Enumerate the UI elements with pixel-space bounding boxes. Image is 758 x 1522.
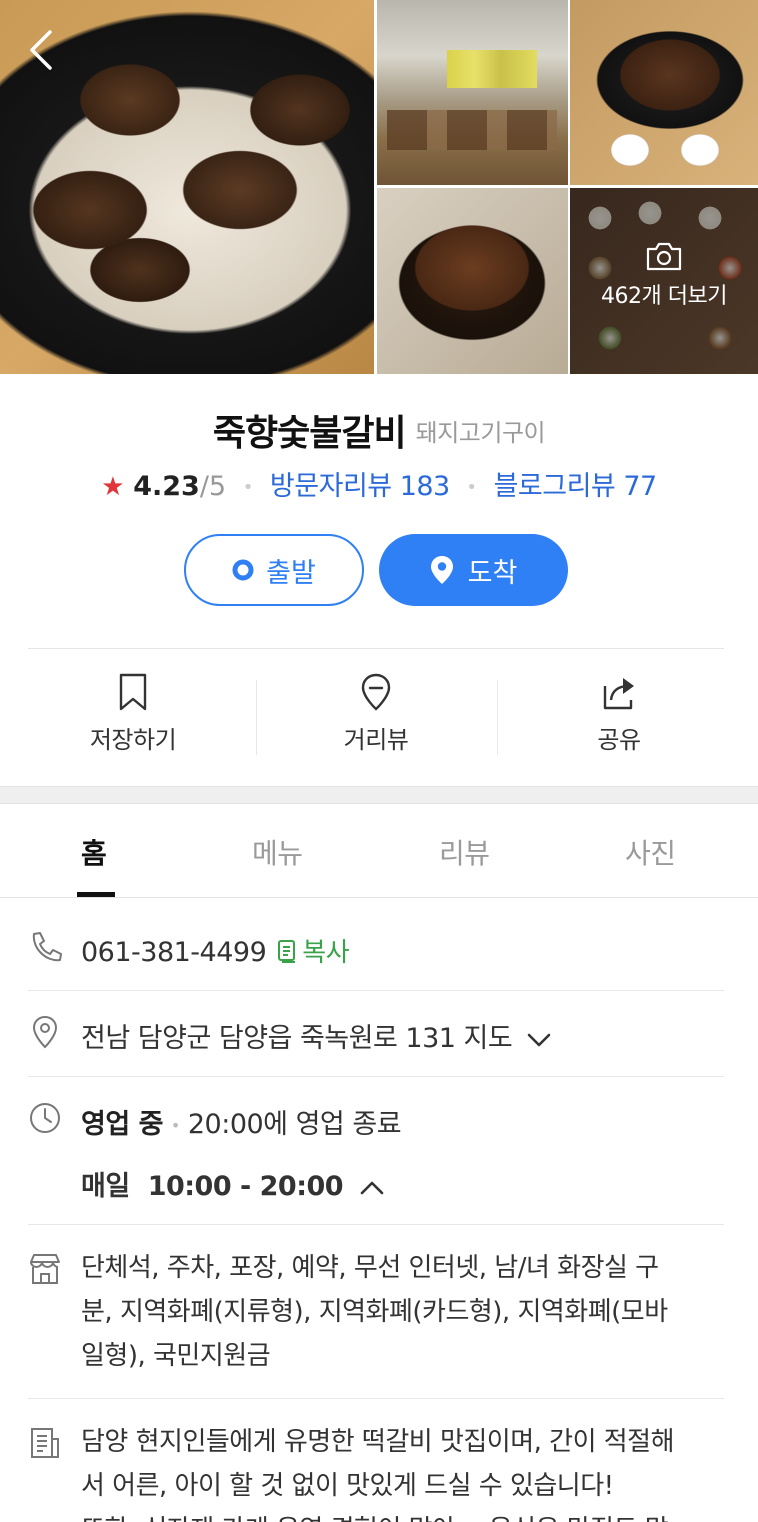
map-pin-icon [430,556,453,584]
street-view-label: 거리뷰 [343,726,409,754]
chevron-up-icon [360,1181,384,1194]
photo-window-detail [447,50,537,88]
phone-row: 061-381-4499 복사 [28,930,724,970]
share-label: 공유 [597,726,641,754]
description-line: 또한, 식자재 가게 운영 경험이 많아… 음식은 맛집도 많 [81,1508,721,1522]
hours-toggle[interactable]: 매일 10:00 - 20:00 [81,1164,385,1203]
store-icon [30,1254,60,1284]
divider [28,990,724,991]
location-icon [32,1015,58,1049]
place-name: 죽향숯불갈비 [212,413,407,454]
photo-dish-1[interactable] [570,0,758,185]
copy-icon [278,940,296,963]
amenities-text: 단체석, 주차, 포장, 예약, 무선 인터넷, 남/녀 화장실 구 분, 지역… [81,1246,721,1378]
origin-dot-icon [232,559,254,581]
address-text: 전남 담양군 담양읍 죽녹원로 131 [81,1023,456,1054]
back-icon[interactable] [22,28,62,72]
tab-photo[interactable]: 사진 [625,832,676,872]
description-text: 담양 현지인들에게 유명한 떡갈비 맛집이며, 간이 적절해 서 어른, 아이 … [81,1420,721,1522]
phone-icon [32,932,62,962]
phone-number[interactable]: 061-381-4499 [81,937,267,968]
share-button[interactable]: 공유 [519,668,719,755]
chevron-down-icon [528,1033,551,1046]
title-row: 죽향숯불갈비 돼지고기구이 [0,404,758,456]
action-separator [497,680,498,755]
place-category: 돼지고기구이 [415,418,546,447]
photo-interior[interactable] [377,0,568,185]
star-icon: ★ [101,472,125,502]
hours-day: 매일 [81,1171,130,1202]
description-line: 담양 현지인들에게 유명한 떡갈비 맛집이며, 간이 적절해 [81,1427,675,1457]
depart-button[interactable]: 출발 [184,534,364,606]
separator-dot: • [170,1116,180,1135]
active-tab-indicator [77,892,115,897]
location-pin-icon [361,673,391,711]
rating-row: ★ 4.23/5 • 방문자리뷰 183 • 블로그리뷰 77 [0,464,758,503]
tab-bar: 홈 메뉴 리뷰 사진 [0,804,758,898]
separator-dot: • [242,477,254,498]
description-line: 서 어른, 아이 할 것 없이 맛있게 드실 수 있습니다! [81,1471,614,1501]
action-separator [256,680,257,755]
address-row: 전남 담양군 담양읍 죽녹원로 131 지도 [28,1014,724,1054]
save-label: 저장하기 [89,726,177,754]
arrive-label: 도착 [467,557,518,589]
amenities-line: 단체석, 주차, 포장, 예약, 무선 인터넷, 남/녀 화장실 구 [81,1253,659,1283]
document-icon [31,1428,59,1458]
map-toggle[interactable]: 지도 [464,1023,553,1054]
divider [28,1076,724,1077]
section-gap [0,786,758,804]
more-photos-button[interactable]: 462개 더보기 [570,240,758,310]
photo-dish-2[interactable] [377,188,568,374]
hours-row: 영업 중 • 20:00에 영업 종료 매일 10:00 - 20:00 [28,1100,724,1210]
rating-score: 4.23 [133,471,200,502]
clock-icon [30,1103,60,1133]
share-icon [603,678,634,710]
depart-label: 출발 [266,557,316,589]
save-button[interactable]: 저장하기 [33,668,233,755]
photo-table-detail [387,110,557,150]
copy-label: 복사 [302,938,350,968]
divider [28,648,724,649]
action-bar: 저장하기 거리뷰 공유 [0,668,758,763]
visitor-reviews-link[interactable]: 방문자리뷰 183 [270,471,450,502]
rating-scale: /5 [199,471,227,502]
copy-button[interactable]: 복사 [276,938,350,968]
tab-menu[interactable]: 메뉴 [252,832,303,872]
divider [28,1224,724,1225]
divider [28,1398,724,1399]
photo-grid[interactable]: 462개 더보기 [0,0,758,374]
open-status: 영업 중 [81,1109,163,1140]
blog-reviews-link[interactable]: 블로그리뷰 77 [494,471,658,502]
tab-review[interactable]: 리뷰 [439,832,490,872]
arrive-button[interactable]: 도착 [379,534,568,606]
amenities-line: 분, 지역화폐(지류형), 지역화폐(카드형), 지역화폐(모바 [81,1297,668,1327]
closing-time: 20:00에 영업 종료 [187,1109,402,1140]
amenities-line: 일형), 국민지원금 [81,1341,271,1371]
bookmark-icon [119,673,147,711]
map-label: 지도 [463,1023,513,1054]
tab-home[interactable]: 홈 [81,832,107,872]
hours-time: 10:00 - 20:00 [147,1171,344,1202]
street-view-button[interactable]: 거리뷰 [276,668,476,755]
separator-dot: • [466,477,477,498]
more-photos-label: 462개 더보기 [601,284,727,309]
camera-icon [646,242,682,271]
